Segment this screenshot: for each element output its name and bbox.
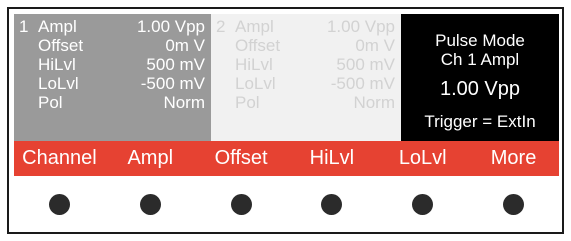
knob-cell-6 <box>468 176 559 232</box>
ch2-row-hilvl: HiLvl 500 mV <box>211 55 401 74</box>
softkey-bar: Channel Ampl Offset HiLvl LoLvl More <box>14 141 559 176</box>
ch1-row-ampl: 1 Ampl 1.00 Vpp <box>14 17 211 36</box>
ch1-lolvl-label: LoLvl <box>38 74 79 93</box>
ch1-hilvl-value: 500 mV <box>146 55 205 74</box>
ch2-pol-label: Pol <box>235 93 260 112</box>
active-parameter-value: 1.00 Vpp <box>439 78 521 100</box>
ch2-pol-value: Norm <box>353 93 395 112</box>
info-panel: Pulse Mode Ch 1 Ampl 1.00 Vpp Trigger = … <box>401 14 559 141</box>
knob-cell-1 <box>14 176 105 232</box>
ch1-ampl-value: 1.00 Vpp <box>136 17 205 36</box>
ch2-lolvl-label: LoLvl <box>235 74 276 93</box>
softkey-offset[interactable]: Offset <box>196 141 287 176</box>
softkey-ampl[interactable]: Ampl <box>105 141 196 176</box>
ch2-row-lolvl: LoLvl -500 mV <box>211 74 401 93</box>
ch2-row-ampl: 2 Ampl 1.00 Vpp <box>211 17 401 36</box>
softkey-3-button[interactable] <box>230 193 252 215</box>
softkey-4-button[interactable] <box>321 193 343 215</box>
channel-2-panel: 2 Ampl 1.00 Vpp Offset 0m V HiLvl 500 mV… <box>211 14 401 141</box>
ch1-offset-label: Offset <box>38 36 84 55</box>
knob-cell-5 <box>377 176 468 232</box>
ch2-offset-label: Offset <box>235 36 281 55</box>
softkey-5-button[interactable] <box>412 193 434 215</box>
trigger-status: Trigger = ExtIn <box>424 112 536 131</box>
instrument-front-panel: 1 Ampl 1.00 Vpp Offset 0m V HiLvl 500 mV… <box>7 7 564 234</box>
softkey-more[interactable]: More <box>468 141 559 176</box>
ch1-row-pol: Pol Norm <box>14 93 211 112</box>
mode-title: Pulse Mode <box>435 31 525 50</box>
softkey-button-row <box>14 176 559 232</box>
ch1-pol-label: Pol <box>38 93 63 112</box>
softkey-2-button[interactable] <box>139 193 161 215</box>
ch2-hilvl-value: 500 mV <box>336 55 395 74</box>
ch2-offset-value: 0m V <box>355 36 395 55</box>
softkey-channel[interactable]: Channel <box>14 141 105 176</box>
ch1-hilvl-label: HiLvl <box>38 55 76 74</box>
knob-cell-3 <box>196 176 287 232</box>
ch1-ampl-label: Ampl <box>38 17 77 36</box>
ch2-number: 2 <box>216 17 226 36</box>
softkey-hilvl[interactable]: HiLvl <box>286 141 377 176</box>
display-screen: 1 Ampl 1.00 Vpp Offset 0m V HiLvl 500 mV… <box>14 14 559 141</box>
ch2-hilvl-label: HiLvl <box>235 55 273 74</box>
ch1-pol-value: Norm <box>163 93 205 112</box>
knob-cell-2 <box>105 176 196 232</box>
softkey-6-button[interactable] <box>503 193 525 215</box>
ch1-offset-value: 0m V <box>165 36 205 55</box>
ch2-lolvl-value: -500 mV <box>330 74 395 93</box>
ch1-row-hilvl: HiLvl 500 mV <box>14 55 211 74</box>
softkey-1-button[interactable] <box>48 193 70 215</box>
ch1-row-lolvl: LoLvl -500 mV <box>14 74 211 93</box>
ch2-row-pol: Pol Norm <box>211 93 401 112</box>
ch2-ampl-value: 1.00 Vpp <box>326 17 395 36</box>
softkey-lolvl[interactable]: LoLvl <box>377 141 468 176</box>
ch1-lolvl-value: -500 mV <box>140 74 205 93</box>
ch1-number: 1 <box>19 17 29 36</box>
ch2-row-offset: Offset 0m V <box>211 36 401 55</box>
ch2-ampl-label: Ampl <box>235 17 274 36</box>
knob-cell-4 <box>286 176 377 232</box>
ch1-row-offset: Offset 0m V <box>14 36 211 55</box>
active-parameter: Ch 1 Ampl <box>440 50 520 69</box>
channel-1-panel: 1 Ampl 1.00 Vpp Offset 0m V HiLvl 500 mV… <box>14 14 211 141</box>
